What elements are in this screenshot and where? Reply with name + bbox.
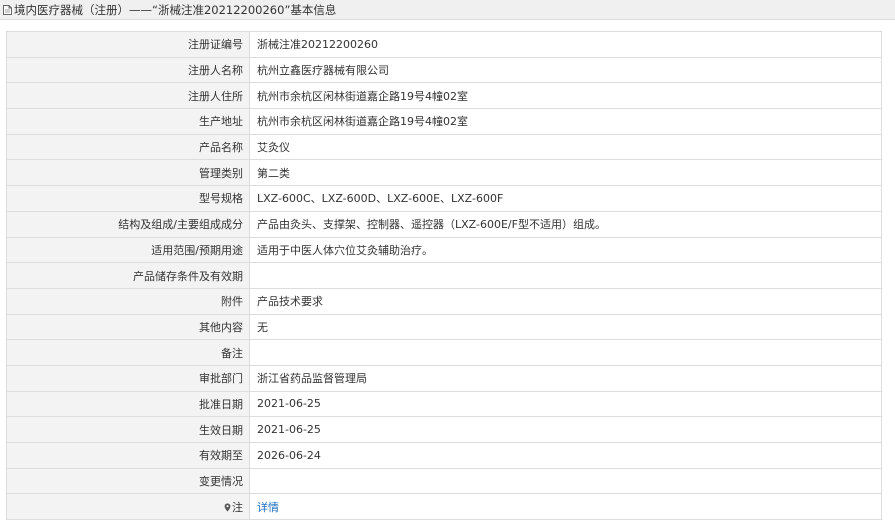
row-label: 审批部门	[6, 364, 250, 392]
info-table: 注册证编号 浙械注准20212200260 注册人名称 杭州立鑫医疗器械有限公司…	[6, 31, 882, 521]
table-row: 其他内容 无	[6, 313, 882, 341]
row-value: 2021-06-25	[249, 390, 882, 418]
row-label: 注册人住所	[6, 82, 250, 110]
note-label-cell: 注	[6, 493, 250, 521]
table-row: 生效日期 2021-06-25	[6, 416, 882, 443]
row-label: 备注	[6, 339, 250, 366]
row-label: 管理类别	[6, 159, 250, 187]
row-value: 浙械注准20212200260	[249, 31, 882, 58]
table-row: 备注	[6, 339, 882, 366]
row-value: LXZ-600C、LXZ-600D、LXZ-600E、LXZ-600F	[249, 185, 882, 212]
row-label: 注册人名称	[6, 56, 250, 84]
row-label: 其他内容	[6, 313, 250, 341]
table-row: 注册证编号 浙械注准20212200260	[6, 31, 882, 58]
row-label: 型号规格	[6, 185, 250, 212]
table-row: 注册人住所 杭州市余杭区闲林街道嘉企路19号4幢02室	[6, 82, 882, 110]
row-label: 结构及组成/主要组成成分	[6, 210, 250, 238]
row-label: 批准日期	[6, 390, 250, 418]
pin-icon	[224, 502, 231, 512]
table-row: 注册人名称 杭州立鑫医疗器械有限公司	[6, 56, 882, 84]
row-value	[249, 262, 882, 289]
details-link[interactable]: 详情	[257, 501, 279, 514]
row-value: 产品技术要求	[249, 287, 882, 315]
row-value: 2026-06-24	[249, 442, 882, 469]
row-value: 浙江省药品监督管理局	[249, 364, 882, 392]
table-row: 附件 产品技术要求	[6, 287, 882, 315]
row-label: 适用范围/预期用途	[6, 236, 250, 264]
row-value: 2021-06-25	[249, 416, 882, 443]
table-row: 产品储存条件及有效期	[6, 262, 882, 289]
note-value-cell: 详情	[249, 493, 882, 521]
row-value: 杭州立鑫医疗器械有限公司	[249, 56, 882, 84]
note-row: 注 详情	[6, 493, 882, 521]
row-value: 无	[249, 313, 882, 341]
row-label: 生产地址	[6, 108, 250, 135]
row-label: 有效期至	[6, 442, 250, 469]
row-value: 第二类	[249, 159, 882, 187]
table-row: 审批部门 浙江省药品监督管理局	[6, 364, 882, 392]
note-label: 注	[232, 500, 243, 514]
table-row: 生产地址 杭州市余杭区闲林街道嘉企路19号4幢02室	[6, 108, 882, 135]
row-value: 艾灸仪	[249, 133, 882, 161]
table-row: 适用范围/预期用途 适用于中医人体穴位艾灸辅助治疗。	[6, 236, 882, 264]
row-label: 产品储存条件及有效期	[6, 262, 250, 289]
row-value: 杭州市余杭区闲林街道嘉企路19号4幢02室	[249, 108, 882, 135]
table-row: 结构及组成/主要组成成分 产品由灸头、支撑架、控制器、遥控器（LXZ-600E/…	[6, 210, 882, 238]
row-value: 产品由灸头、支撑架、控制器、遥控器（LXZ-600E/F型不适用）组成。	[249, 210, 882, 238]
table-row: 有效期至 2026-06-24	[6, 442, 882, 469]
table-row: 批准日期 2021-06-25	[6, 390, 882, 418]
document-icon	[3, 4, 12, 15]
row-label: 变更情况	[6, 467, 250, 495]
row-value	[249, 339, 882, 366]
row-value	[249, 467, 882, 495]
row-label: 产品名称	[6, 133, 250, 161]
row-label: 生效日期	[6, 416, 250, 443]
row-label: 附件	[6, 287, 250, 315]
table-row: 管理类别 第二类	[6, 159, 882, 187]
table-row: 变更情况	[6, 467, 882, 495]
row-value: 杭州市余杭区闲林街道嘉企路19号4幢02室	[249, 82, 882, 110]
page-header: 境内医疗器械（注册）——“浙械注准20212200260”基本信息	[0, 0, 895, 20]
page-title: 境内医疗器械（注册）——“浙械注准20212200260”基本信息	[14, 2, 337, 17]
info-table-container: 注册证编号 浙械注准20212200260 注册人名称 杭州立鑫医疗器械有限公司…	[6, 31, 882, 521]
row-value: 适用于中医人体穴位艾灸辅助治疗。	[249, 236, 882, 264]
table-row: 产品名称 艾灸仪	[6, 133, 882, 161]
table-row: 型号规格 LXZ-600C、LXZ-600D、LXZ-600E、LXZ-600F	[6, 185, 882, 212]
row-label: 注册证编号	[6, 31, 250, 58]
